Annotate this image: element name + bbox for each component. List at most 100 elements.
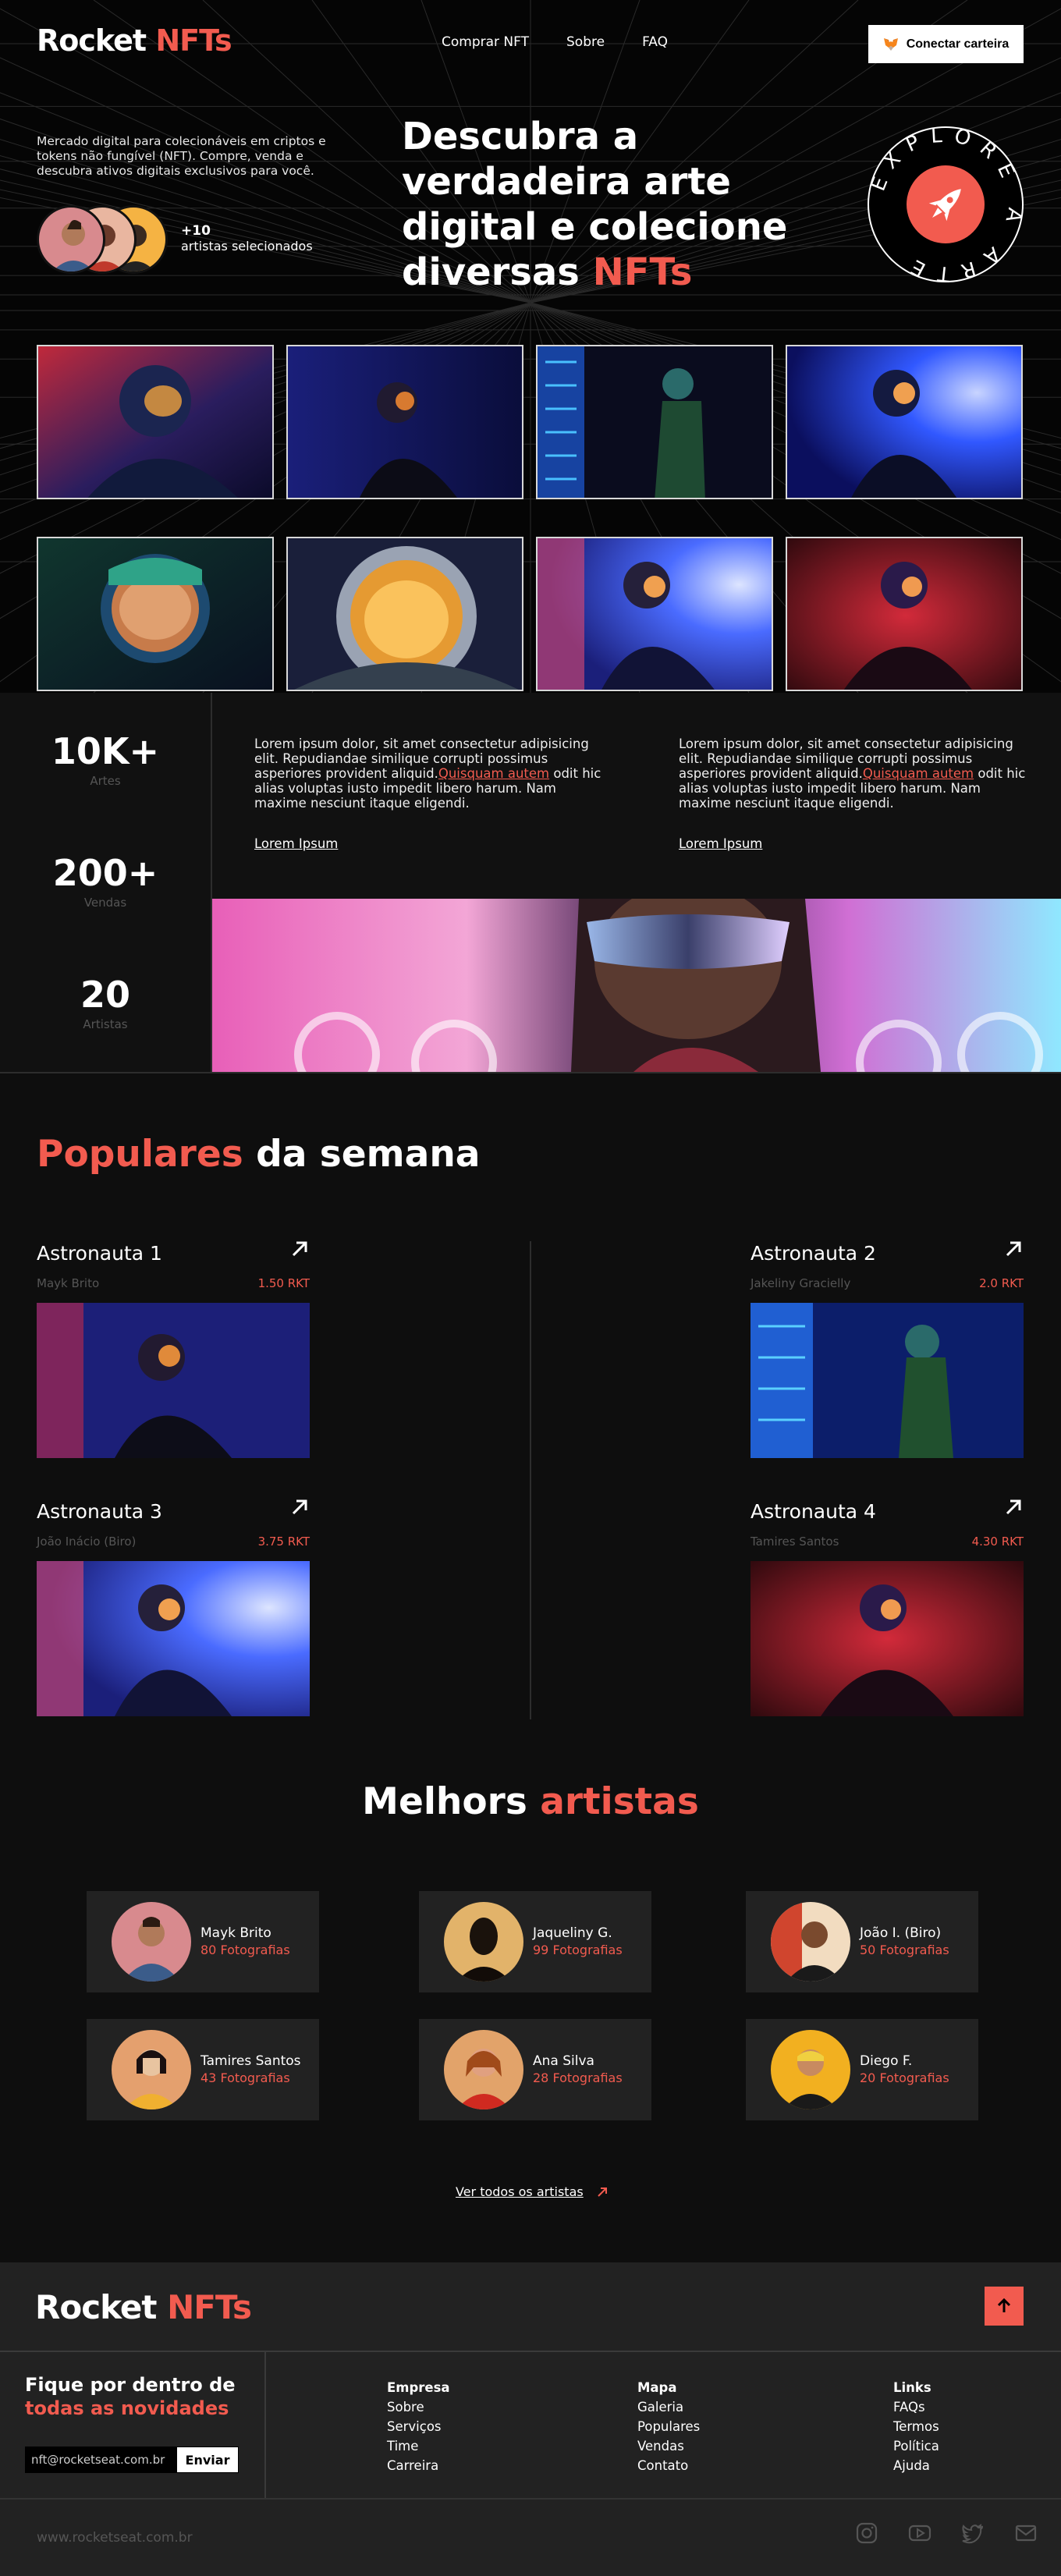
nav-sobre[interactable]: Sobre [566,34,605,50]
artist-card[interactable]: Diego F. 20 Fotografias [746,2019,978,2120]
artist-photos: 80 Fotografias [200,1943,290,1957]
footer-col-links: Links FAQs Termos Política Ajuda [893,2378,939,2475]
stat-number: 10K+ [51,730,160,772]
avatar [112,1902,191,1982]
footer-link[interactable]: Vendas [637,2436,700,2456]
gallery-tile[interactable] [37,345,274,499]
newsletter-email-input[interactable] [25,2446,176,2473]
popular-author: Mayk Brito [37,1276,100,1290]
artists-title: Melhors artistas [362,1780,699,1823]
popular-price: 4.30 RKT [971,1535,1024,1549]
mail-icon[interactable] [1014,2521,1038,2545]
info-link[interactable]: Lorem Ipsum [679,836,762,851]
footer-link[interactable]: Política [893,2436,939,2456]
arrow-up-right-icon[interactable] [1003,1497,1024,1517]
gallery-tile[interactable] [37,537,274,691]
arrow-up-right-icon[interactable] [289,1239,310,1259]
footer-link[interactable]: Populares [637,2417,700,2436]
artist-name: João I. (Biro) [860,1925,942,1941]
stat-number: 20 [80,974,130,1016]
popular-name: Astronauta 4 [751,1500,876,1523]
stat-number: 200+ [52,852,158,894]
footer-link[interactable]: Time [387,2436,450,2456]
artist-card[interactable]: Jaqueliny G. 99 Fotografias [419,1891,651,1992]
back-to-top-button[interactable] [985,2287,1024,2326]
artist-card[interactable]: Tamires Santos 43 Fotografias [87,2019,319,2120]
popular-price: 1.50 RKT [257,1276,310,1290]
see-all-artists-link[interactable]: Ver todos os artistas [456,2184,609,2199]
footer-link[interactable]: Termos [893,2417,939,2436]
site-header: Rocket NFTs Comprar NFT Sobre FAQ Conect… [0,0,1061,87]
youtube-icon[interactable] [908,2521,931,2545]
artist-name: Mayk Brito [200,1925,271,1941]
footer-col-mapa: Mapa Galeria Populares Vendas Contato [637,2378,700,2475]
stat-label: Artistas [83,1017,128,1031]
artist-name: Jaqueliny G. [533,1925,612,1941]
popular-card[interactable]: Astronauta 3 João Inácio (Biro) 3.75 RKT [37,1497,310,1719]
footer-link[interactable]: FAQs [893,2397,939,2417]
artist-photos: 50 Fotografias [860,1943,949,1957]
footer-link[interactable]: Sobre [387,2397,450,2417]
info-text: Lorem ipsum dolor, sit amet consectetur … [254,736,601,811]
gallery-tile[interactable] [786,537,1023,691]
stat-label: Artes [90,774,121,788]
explore-art-badge[interactable]: EXPLORE A ARTE [866,125,1025,284]
footer-col-title: Empresa [387,2380,450,2395]
popular-title: Populares da semana [37,1133,481,1176]
artists-counter: +10 artistas selecionados [181,223,313,254]
avatar [444,2030,523,2109]
info-link[interactable]: Lorem Ipsum [254,836,338,851]
artist-photos: 43 Fotografias [200,2070,290,2085]
footer-link[interactable]: Carreira [387,2456,450,2475]
popular-card[interactable]: Astronauta 2 Jakeliny Gracielly 2.0 RKT [751,1239,1024,1460]
popular-card[interactable]: Astronauta 4 Tamires Santos 4.30 RKT [751,1497,1024,1719]
artist-avatars [37,205,173,274]
artists-label: artistas selecionados [181,239,313,254]
banner-image [212,899,1061,1072]
arrow-up-right-icon[interactable] [289,1497,310,1517]
footer-url[interactable]: www.rocketseat.com.br [37,2530,193,2546]
arrow-up-icon [997,2297,1011,2312]
arrow-up-right-icon[interactable] [1003,1239,1024,1259]
artist-name: Tamires Santos [200,2053,301,2069]
gallery-tile[interactable] [536,345,773,499]
artist-name: Diego F. [860,2053,913,2069]
footer-link[interactable]: Galeria [637,2397,700,2417]
instagram-icon[interactable] [855,2521,878,2545]
nav-comprar-nft[interactable]: Comprar NFT [442,34,529,50]
site-footer: Rocket NFTs Fique por dentro de todas as… [0,2262,1061,2576]
footer-logo[interactable]: Rocket NFTs [35,2288,252,2326]
stat-artes: 10K+ Artes [0,730,211,788]
artist-card[interactable]: Ana Silva 28 Fotografias [419,2019,651,2120]
nav-faq[interactable]: FAQ [642,34,668,50]
metamask-icon [883,37,898,51]
popular-image [751,1303,1024,1458]
footer-link[interactable]: Serviços [387,2417,450,2436]
footer-link[interactable]: Contato [637,2456,700,2475]
avatar [37,205,105,274]
popular-author: João Inácio (Biro) [37,1535,137,1549]
stat-label: Vendas [83,896,127,910]
gallery-tile[interactable] [536,537,773,691]
main-nav: Comprar NFT Sobre FAQ [442,34,668,50]
divider [0,1072,1061,1073]
popular-name: Astronauta 3 [37,1500,162,1523]
connect-wallet-button[interactable]: Conectar carteira [868,25,1024,63]
logo[interactable]: Rocket NFTs [37,23,232,58]
newsletter-send-button[interactable]: Enviar [176,2446,239,2473]
gallery-tile[interactable] [286,537,523,691]
artist-card[interactable]: Mayk Brito 80 Fotografias [87,1891,319,1992]
info-inline-link[interactable]: Quisquam autem [863,766,974,781]
hero-description: Mercado digital para colecionáveis em cr… [37,134,326,178]
divider [0,2498,1061,2500]
popular-card[interactable]: Astronauta 1 Mayk Brito 1.50 RKT [37,1239,310,1460]
popular-image [751,1561,1024,1716]
artist-card[interactable]: João I. (Biro) 50 Fotografias [746,1891,978,1992]
info-inline-link[interactable]: Quisquam autem [438,766,549,781]
footer-link[interactable]: Ajuda [893,2456,939,2475]
twitter-icon[interactable] [961,2521,985,2545]
popular-image [37,1303,310,1458]
gallery-tile[interactable] [786,345,1023,499]
gallery-tile[interactable] [286,345,523,499]
hero-section: Rocket NFTs Comprar NFT Sobre FAQ Conect… [0,0,1061,693]
